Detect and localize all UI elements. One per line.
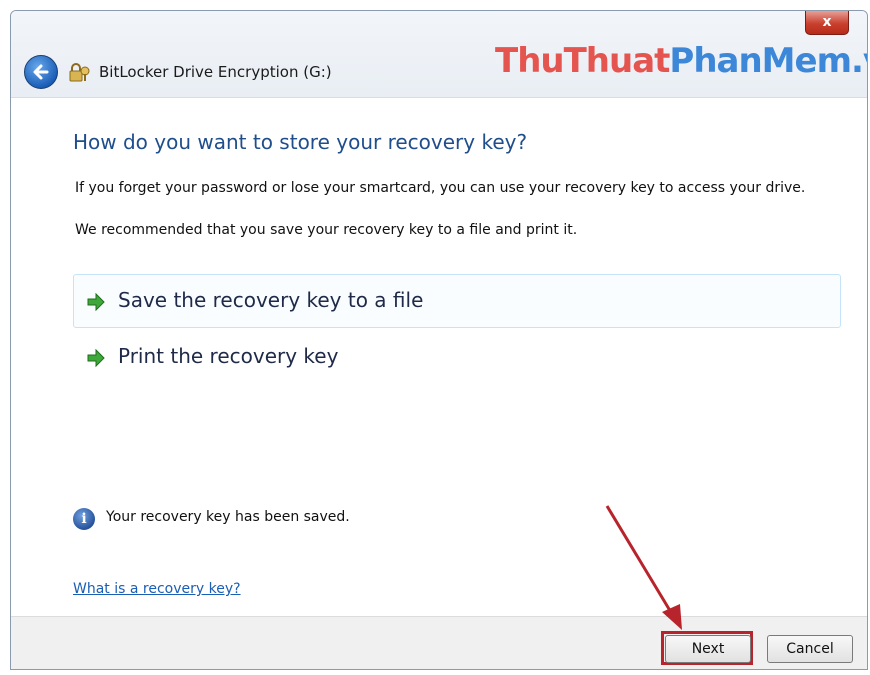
cancel-button[interactable]: Cancel [767, 635, 853, 663]
watermark-part1: ThuThuat [495, 41, 670, 81]
next-button[interactable]: Next [665, 635, 751, 663]
option-label: Print the recovery key [118, 344, 339, 368]
button-bar: Next Cancel [11, 616, 867, 669]
watermark-part2: PhanMem.vn [669, 41, 867, 81]
close-button[interactable]: x [805, 11, 849, 35]
green-arrow-icon [87, 292, 105, 312]
info-text: Your recovery key has been saved. [106, 509, 350, 525]
option-label: Save the recovery key to a file [118, 288, 424, 312]
recovery-key-help-link[interactable]: What is a recovery key? [73, 581, 241, 597]
recommendation-text: We recommended that you save your recove… [75, 222, 578, 238]
content-area: How do you want to store your recovery k… [11, 98, 867, 616]
bitlocker-icon [69, 63, 90, 82]
bitlocker-window: x BitLocker Drive Encryption (G:) ThuThu… [10, 10, 868, 670]
title-bar: x BitLocker Drive Encryption (G:) ThuThu… [11, 11, 867, 98]
info-icon: i [73, 508, 95, 530]
green-arrow-icon [87, 348, 105, 368]
back-arrow-icon [33, 64, 49, 80]
watermark-logo: ThuThuatPhanMem.vn [495, 41, 867, 81]
save-to-file-option[interactable]: Save the recovery key to a file [73, 274, 841, 328]
description-text: If you forget your password or lose your… [75, 180, 806, 196]
back-button[interactable] [24, 55, 58, 89]
print-key-option[interactable]: Print the recovery key [73, 330, 841, 384]
page-heading: How do you want to store your recovery k… [73, 130, 528, 154]
window-title: BitLocker Drive Encryption (G:) [99, 63, 332, 81]
